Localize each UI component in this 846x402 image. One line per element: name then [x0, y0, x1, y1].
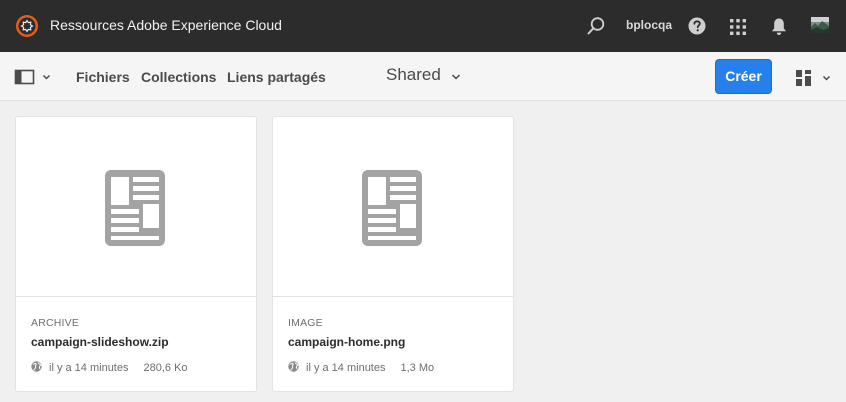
- experience-cloud-logo-icon[interactable]: [15, 14, 39, 38]
- document-placeholder-icon: [105, 170, 165, 246]
- globe-icon: [288, 361, 299, 372]
- user-avatar[interactable]: [811, 17, 829, 33]
- chevron-down-icon: [451, 66, 461, 86]
- asset-modified-time: il y a 14 minutes: [49, 362, 129, 374]
- asset-thumbnail: [16, 117, 256, 297]
- nav-collections-link[interactable]: Collections: [141, 69, 216, 85]
- chevron-down-icon: [822, 75, 831, 81]
- asset-size: 1,3 Mo: [400, 362, 435, 374]
- create-button[interactable]: Créer: [715, 59, 772, 94]
- search-icon[interactable]: [586, 16, 606, 36]
- app-title[interactable]: Ressources Adobe Experience Cloud: [50, 17, 282, 33]
- chevron-down-icon: [42, 74, 51, 80]
- asset-meta: il y a 14 minutes 1,3 Mo: [288, 361, 434, 374]
- asset-card[interactable]: ARCHIVE campaign-slideshow.zip il y a 14…: [15, 116, 257, 392]
- asset-thumbnail: [273, 117, 513, 297]
- nav-shared-links-link[interactable]: Liens partagés: [227, 69, 326, 85]
- apps-grid-icon[interactable]: [729, 18, 747, 36]
- asset-type-label: ARCHIVE: [31, 317, 80, 329]
- nav-files-link[interactable]: Fichiers: [76, 69, 130, 85]
- action-bar: Fichiers Collections Liens partagés Shar…: [0, 52, 846, 101]
- view-switcher-button[interactable]: [796, 69, 832, 87]
- context-title-dropdown[interactable]: Shared: [386, 65, 461, 86]
- asset-meta: il y a 14 minutes 280,6 Ko: [31, 361, 188, 374]
- asset-grid: ARCHIVE campaign-slideshow.zip il y a 14…: [0, 101, 846, 402]
- user-name[interactable]: bplocqa: [626, 18, 672, 32]
- asset-card[interactable]: IMAGE campaign-home.png il y a 14 minute…: [272, 116, 514, 392]
- notifications-bell-icon[interactable]: [770, 17, 788, 36]
- context-title: Shared: [386, 65, 441, 84]
- help-icon[interactable]: [688, 17, 706, 35]
- asset-modified-time: il y a 14 minutes: [306, 362, 386, 374]
- global-header: Ressources Adobe Experience Cloud bplocq…: [0, 0, 846, 52]
- card-view-icon: [796, 70, 811, 86]
- asset-name: campaign-slideshow.zip: [31, 335, 169, 349]
- globe-icon: [31, 361, 42, 372]
- asset-size: 280,6 Ko: [143, 362, 188, 374]
- rail-toggle-button[interactable]: [14, 67, 54, 87]
- side-rail-icon: [14, 69, 35, 85]
- asset-type-label: IMAGE: [288, 317, 323, 329]
- document-placeholder-icon: [362, 170, 422, 246]
- asset-name: campaign-home.png: [288, 335, 406, 349]
